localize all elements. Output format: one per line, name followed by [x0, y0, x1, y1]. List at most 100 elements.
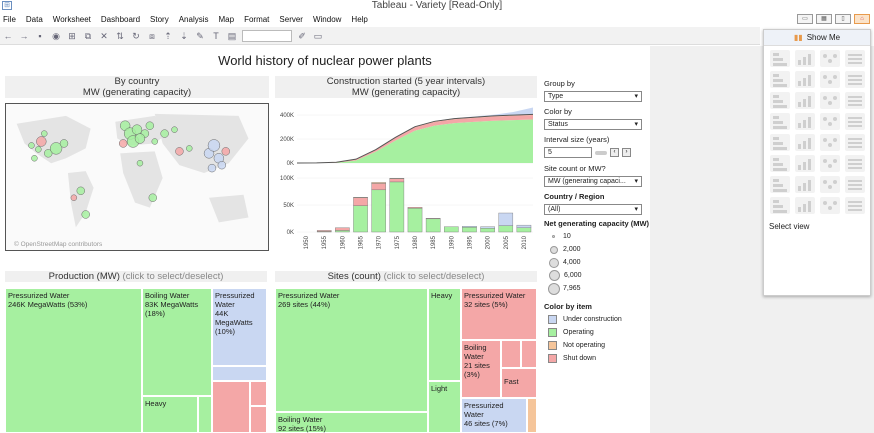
group-by-dropdown[interactable]: Type — [544, 91, 642, 102]
sites-treemap[interactable]: Pressurized Water 269 sites (44%) Boilin… — [275, 288, 537, 433]
new-sheet-icon[interactable]: ⊞ — [66, 30, 78, 42]
bar-segment[interactable] — [498, 212, 514, 226]
bar-segment[interactable] — [335, 230, 350, 233]
chart-type-thumbnail-icon[interactable] — [845, 71, 865, 88]
plant-marker[interactable] — [31, 155, 38, 162]
menu-dashboard[interactable]: Dashboard — [101, 15, 140, 24]
chart-type-thumbnail-icon[interactable] — [845, 176, 865, 193]
chart-type-thumbnail-icon[interactable] — [820, 50, 840, 67]
bar-segment[interactable] — [353, 197, 368, 206]
swap-icon[interactable]: ⇅ — [114, 30, 126, 42]
treemap-cell-shutdown[interactable] — [212, 381, 250, 433]
menu-format[interactable]: Format — [244, 15, 269, 24]
plant-marker[interactable] — [171, 126, 178, 133]
plant-marker[interactable] — [76, 186, 85, 196]
sites-cell-boiling-water[interactable]: Boiling Water 92 sites (15%) — [275, 412, 428, 433]
chart-type-thumbnail-icon[interactable] — [770, 113, 790, 130]
plant-marker[interactable] — [151, 138, 158, 145]
chart-type-thumbnail-icon[interactable] — [770, 92, 790, 109]
interval-slider[interactable] — [595, 150, 607, 155]
chart-type-thumbnail-icon[interactable] — [820, 113, 840, 130]
construction-bar-chart[interactable]: 100K 50K 0K 1950 1955 1960 1965 1970 1975 1980 198… — [275, 170, 537, 262]
color-legend-item[interactable]: Shut down — [548, 353, 649, 364]
plant-marker[interactable] — [175, 147, 184, 156]
interval-decrease-button[interactable]: ‹ — [610, 148, 619, 157]
cumulative-area-chart[interactable]: 400K 200K 0K — [275, 103, 537, 168]
plant-marker[interactable] — [35, 146, 42, 153]
save-icon[interactable]: ▪ — [34, 30, 46, 42]
plant-marker[interactable] — [160, 129, 169, 138]
chart-type-thumbnail-icon[interactable] — [770, 71, 790, 88]
bar-segment[interactable] — [353, 205, 368, 233]
plant-marker[interactable] — [118, 139, 128, 148]
sites-cell-fast[interactable]: Fast — [501, 368, 537, 398]
bar-segment[interactable] — [389, 178, 405, 183]
plant-marker[interactable] — [217, 160, 227, 170]
duplicate-sheet-icon[interactable]: ⧉ — [82, 30, 94, 42]
presentation-icon[interactable]: ▭ — [312, 30, 324, 42]
chart-type-thumbnail-icon[interactable] — [845, 50, 865, 67]
bar-segment[interactable] — [498, 225, 514, 233]
color-legend-item[interactable]: Not operating — [548, 340, 649, 351]
color-legend-item[interactable]: Under construction — [548, 314, 649, 325]
color-legend-item[interactable]: Operating — [548, 327, 649, 338]
bar-segment[interactable] — [516, 227, 532, 233]
chart-type-thumbnail-icon[interactable] — [770, 134, 790, 151]
sites-cell-light[interactable]: Light — [428, 381, 461, 433]
redo-icon[interactable]: → — [18, 30, 30, 42]
interval-increase-button[interactable]: › — [622, 148, 631, 157]
chart-type-thumbnail-icon[interactable] — [820, 155, 840, 172]
plant-marker[interactable] — [136, 159, 144, 167]
sites-cell-not-operating[interactable] — [527, 398, 537, 433]
menu-data[interactable]: Data — [26, 15, 43, 24]
chart-type-thumbnail-icon[interactable] — [820, 134, 840, 151]
chart-type-thumbnail-icon[interactable] — [845, 134, 865, 151]
chart-type-thumbnail-icon[interactable] — [795, 50, 815, 67]
chart-type-thumbnail-icon[interactable] — [795, 197, 815, 214]
sites-cell-construction-pressurized[interactable]: Pressurized Water 46 sites (7%) — [461, 398, 527, 433]
bar-segment[interactable] — [444, 226, 459, 233]
bar-segment[interactable] — [389, 181, 405, 233]
menu-worksheet[interactable]: Worksheet — [53, 15, 91, 24]
plant-marker[interactable] — [207, 139, 221, 152]
presentation-mode-button[interactable]: ▭ — [797, 14, 813, 24]
menu-help[interactable]: Help — [351, 15, 367, 24]
bar-segment[interactable] — [316, 230, 332, 232]
group-icon[interactable]: ⧈ — [146, 30, 158, 42]
plant-marker[interactable] — [131, 124, 143, 135]
chart-type-thumbnail-icon[interactable] — [770, 155, 790, 172]
plant-marker[interactable] — [221, 147, 230, 156]
color-by-dropdown[interactable]: Status — [544, 119, 642, 130]
interval-input[interactable]: 5 — [544, 147, 592, 158]
sites-cell-heavy[interactable]: Heavy — [428, 288, 461, 381]
labels-icon[interactable]: T — [210, 30, 222, 42]
sites-cell-shutdown-small2[interactable] — [521, 340, 537, 368]
clear-sheet-icon[interactable]: ✕ — [98, 30, 110, 42]
bar-segment[interactable] — [371, 182, 386, 184]
world-map[interactable]: © OpenStreetMap contributors — [5, 103, 269, 251]
bar-segment[interactable] — [389, 178, 405, 179]
bar-segment[interactable] — [425, 218, 441, 233]
chart-type-thumbnail-icon[interactable] — [795, 113, 815, 130]
chart-type-thumbnail-icon[interactable] — [845, 92, 865, 109]
fit-dropdown[interactable] — [242, 29, 292, 42]
plant-marker[interactable] — [148, 193, 157, 202]
plant-marker[interactable] — [145, 121, 155, 130]
plant-marker[interactable] — [70, 194, 78, 201]
bar-segment[interactable] — [480, 228, 495, 233]
chart-type-thumbnail-icon[interactable] — [845, 197, 865, 214]
sort-desc-icon[interactable]: ⇣ — [178, 30, 190, 42]
treemap-cell-shutdown-small[interactable] — [250, 381, 267, 406]
menu-story[interactable]: Story — [150, 15, 169, 24]
data-source-icon[interactable]: ◉ — [50, 30, 62, 42]
menu-file[interactable]: File — [3, 15, 16, 24]
fit-icon[interactable]: ▤ — [226, 30, 238, 42]
menu-analysis[interactable]: Analysis — [179, 15, 209, 24]
count-dropdown[interactable]: MW (generating capaci... — [544, 176, 642, 187]
filmstrip-button[interactable]: ▯ — [835, 14, 851, 24]
chart-type-thumbnail-icon[interactable] — [770, 197, 790, 214]
plant-marker[interactable] — [81, 210, 90, 219]
refresh-icon[interactable]: ↻ — [130, 30, 142, 42]
bar-segment[interactable] — [407, 208, 423, 233]
bar-segment[interactable] — [462, 226, 477, 228]
